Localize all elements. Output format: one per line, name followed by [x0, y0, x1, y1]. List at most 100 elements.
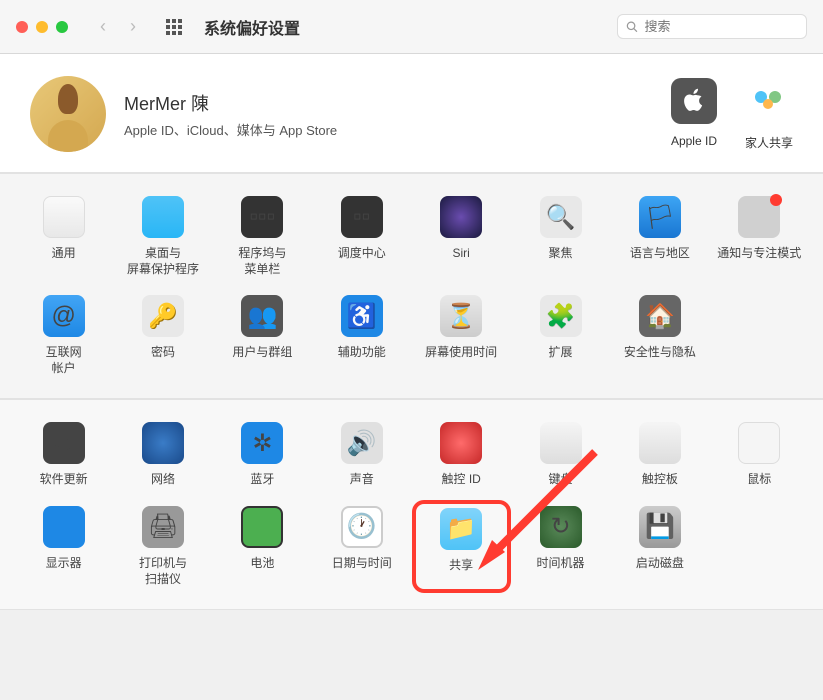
show-all-button[interactable] — [166, 19, 182, 35]
spotlight-label: 聚焦 — [511, 246, 610, 262]
pref-item-screentime[interactable]: ⏳屏幕使用时间 — [412, 289, 511, 382]
family-sharing-item[interactable]: 家人共享 — [745, 78, 793, 151]
security-label: 安全性与隐私 — [610, 345, 709, 361]
startup-label: 启动磁盘 — [610, 556, 709, 572]
battery-label: 电池 — [213, 556, 312, 572]
touchid-icon — [440, 422, 482, 464]
notifications-icon — [738, 196, 780, 238]
search-field[interactable] — [617, 14, 807, 39]
datetime-icon: 🕐 — [341, 506, 383, 548]
sound-label: 声音 — [312, 472, 411, 488]
pref-item-sharing[interactable]: 📁 共享 — [412, 500, 511, 593]
dock-label: 程序坞与 菜单栏 — [213, 246, 312, 277]
network-icon — [142, 422, 184, 464]
profile-name: MerMer 陳 — [124, 90, 337, 116]
pref-item-battery[interactable]: 电池 — [213, 500, 312, 593]
users-icon: 👥 — [241, 295, 283, 337]
passwords-icon: 🔑 — [142, 295, 184, 337]
passwords-label: 密码 — [113, 345, 212, 361]
profile-text: MerMer 陳 Apple ID、iCloud、媒体与 App Store — [124, 90, 337, 139]
security-icon: 🏠 — [639, 295, 681, 337]
pref-item-accessibility[interactable]: ♿ 辅助功能 — [312, 289, 411, 382]
nav-arrows: ‹ › — [100, 16, 136, 37]
battery-icon — [241, 506, 283, 548]
section-2: ⚙软件更新网络✲蓝牙🔊声音触控 ID键盘触控板鼠标显示器🖨打印机与 扫描仪电池🕐… — [0, 399, 823, 610]
pref-item-keyboard[interactable]: 键盘 — [511, 416, 610, 494]
pref-item-trackpad[interactable]: 触控板 — [610, 416, 709, 494]
pref-item-bluetooth[interactable]: ✲蓝牙 — [213, 416, 312, 494]
pref-item-touchid[interactable]: 触控 ID — [412, 416, 511, 494]
pref-item-network[interactable]: 网络 — [113, 416, 212, 494]
update-icon: ⚙ — [43, 422, 85, 464]
zoom-button[interactable] — [56, 21, 68, 33]
language-icon: 🏳 — [639, 196, 681, 238]
window-title: 系统偏好设置 — [204, 15, 300, 39]
close-button[interactable] — [16, 21, 28, 33]
pref-item-printers[interactable]: 🖨打印机与 扫描仪 — [113, 500, 212, 593]
mission-label: 调度中心 — [312, 246, 411, 262]
pref-item-general[interactable]: 通用 — [14, 190, 113, 283]
pref-item-dock[interactable]: ▫▫▫ 程序坞与 菜单栏 — [213, 190, 312, 283]
back-button[interactable]: ‹ — [100, 16, 106, 37]
pref-item-spotlight[interactable]: 🔍 聚焦 — [511, 190, 610, 283]
family-label: 家人共享 — [745, 134, 793, 151]
pref-item-users[interactable]: 👥用户与群组 — [213, 289, 312, 382]
forward-button[interactable]: › — [130, 16, 136, 37]
pref-item-datetime[interactable]: 🕐 日期与时间 — [312, 500, 411, 593]
titlebar: ‹ › 系统偏好设置 — [0, 0, 823, 54]
network-label: 网络 — [113, 472, 212, 488]
keyboard-icon — [540, 422, 582, 464]
general-icon — [43, 196, 85, 238]
avatar[interactable] — [30, 76, 106, 152]
displays-icon — [43, 506, 85, 548]
pref-item-internet[interactable]: @互联网 帐户 — [14, 289, 113, 382]
sharing-icon: 📁 — [440, 508, 482, 550]
minimize-button[interactable] — [36, 21, 48, 33]
sharing-label: 共享 — [416, 558, 507, 574]
pref-item-desktop[interactable]: 桌面与 屏幕保护程序 — [113, 190, 212, 283]
extensions-icon: 🧩 — [540, 295, 582, 337]
accessibility-label: 辅助功能 — [312, 345, 411, 361]
pref-item-language[interactable]: 🏳 语言与地区 — [610, 190, 709, 283]
notification-badge — [770, 194, 782, 206]
pref-item-timemachine[interactable]: ↻ 时间机器 — [511, 500, 610, 593]
section-1: 通用桌面与 屏幕保护程序 ▫▫▫ 程序坞与 菜单栏 ▫▫ 调度中心Siri 🔍 聚焦 🏳 语言与… — [0, 173, 823, 399]
extensions-label: 扩展 — [511, 345, 610, 361]
trackpad-icon — [639, 422, 681, 464]
mouse-label: 鼠标 — [710, 472, 809, 488]
timemachine-icon: ↻ — [540, 506, 582, 548]
profile-subtitle: Apple ID、iCloud、媒体与 App Store — [124, 120, 337, 139]
pref-item-sound[interactable]: 🔊 声音 — [312, 416, 411, 494]
language-label: 语言与地区 — [610, 246, 709, 262]
pref-item-passwords[interactable]: 🔑 密码 — [113, 289, 212, 382]
spotlight-icon: 🔍 — [540, 196, 582, 238]
desktop-icon — [142, 196, 184, 238]
mission-icon: ▫▫ — [341, 196, 383, 238]
pref-item-update[interactable]: ⚙软件更新 — [14, 416, 113, 494]
accessibility-icon: ♿ — [341, 295, 383, 337]
pref-item-mission[interactable]: ▫▫ 调度中心 — [312, 190, 411, 283]
profile-row: MerMer 陳 Apple ID、iCloud、媒体与 App Store A… — [0, 54, 823, 173]
desktop-label: 桌面与 屏幕保护程序 — [113, 246, 212, 277]
keyboard-label: 键盘 — [511, 472, 610, 488]
dock-icon: ▫▫▫ — [241, 196, 283, 238]
pref-item-security[interactable]: 🏠 安全性与隐私 — [610, 289, 709, 382]
touchid-label: 触控 ID — [412, 472, 511, 488]
timemachine-label: 时间机器 — [511, 556, 610, 572]
window-controls — [16, 21, 68, 33]
screentime-icon: ⏳ — [440, 295, 482, 337]
pref-item-startup[interactable]: 💾 启动磁盘 — [610, 500, 709, 593]
datetime-label: 日期与时间 — [312, 556, 411, 572]
bluetooth-icon: ✲ — [241, 422, 283, 464]
pref-item-displays[interactable]: 显示器 — [14, 500, 113, 593]
search-input[interactable] — [645, 19, 799, 34]
pref-item-mouse[interactable]: 鼠标 — [710, 416, 809, 494]
pref-item-extensions[interactable]: 🧩 扩展 — [511, 289, 610, 382]
sound-icon: 🔊 — [341, 422, 383, 464]
siri-label: Siri — [412, 246, 511, 262]
startup-icon: 💾 — [639, 506, 681, 548]
search-icon — [626, 20, 639, 34]
pref-item-siri[interactable]: Siri — [412, 190, 511, 283]
apple-id-item[interactable]: Apple ID — [671, 78, 717, 151]
pref-item-notifications[interactable]: 通知与专注模式 — [710, 190, 809, 283]
